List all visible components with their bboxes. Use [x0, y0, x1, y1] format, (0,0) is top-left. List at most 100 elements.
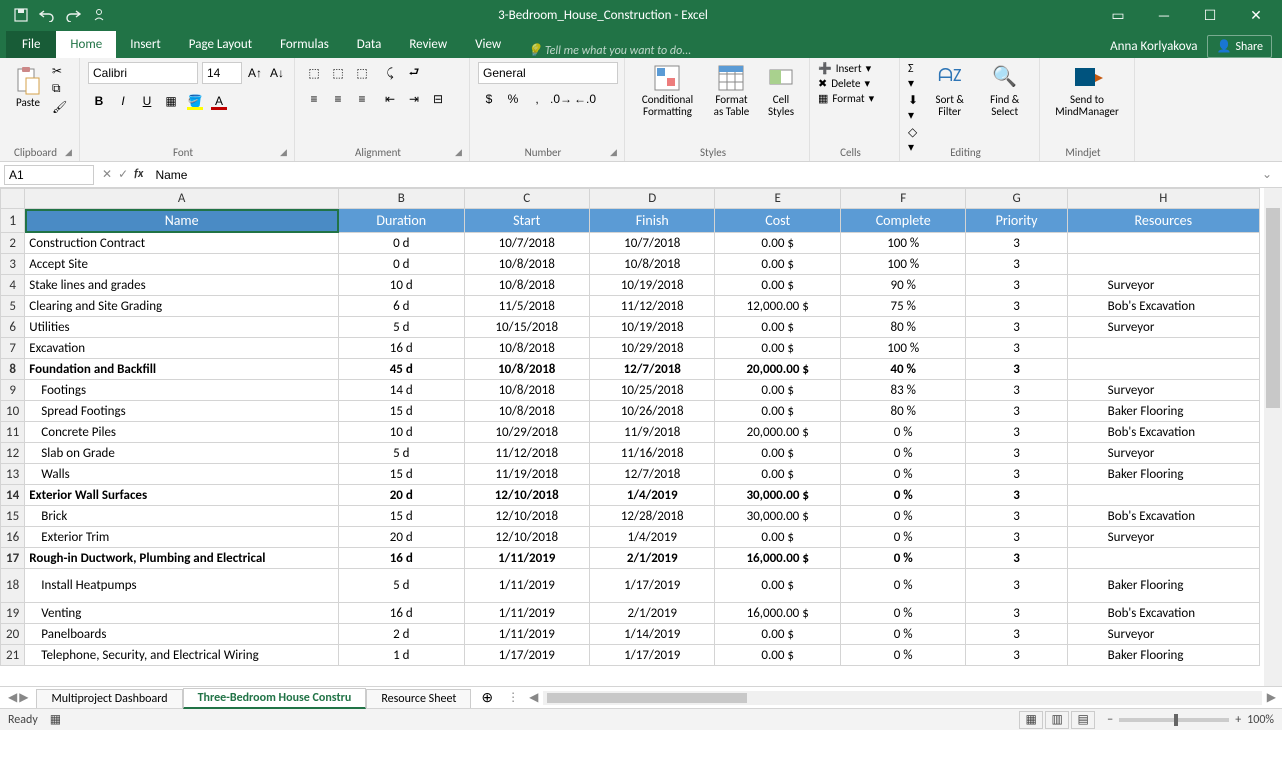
- cell-priority[interactable]: 3: [966, 443, 1067, 464]
- cell-name[interactable]: Rough-in Ductwork, Plumbing and Electric…: [25, 548, 339, 569]
- cell-resources[interactable]: Bob's Excavation: [1067, 506, 1259, 527]
- font-color-button[interactable]: A: [208, 90, 230, 112]
- cell-complete[interactable]: 0 %: [840, 443, 965, 464]
- cell-start[interactable]: 10/7/2018: [464, 233, 589, 254]
- cell-finish[interactable]: 1/4/2019: [589, 527, 714, 548]
- cell-finish[interactable]: 10/7/2018: [589, 233, 714, 254]
- cell-priority[interactable]: 3: [966, 603, 1067, 624]
- page-break-view-icon[interactable]: ▤: [1071, 711, 1095, 729]
- cell-name[interactable]: Venting: [25, 603, 339, 624]
- sheet-tab-0[interactable]: Multiproject Dashboard: [36, 689, 182, 708]
- cell-priority[interactable]: 3: [966, 485, 1067, 506]
- cell-complete[interactable]: 90 %: [840, 275, 965, 296]
- cell-name[interactable]: Install Heatpumps: [25, 569, 339, 603]
- cell-resources[interactable]: Surveyor: [1067, 527, 1259, 548]
- cell-start[interactable]: 10/8/2018: [464, 254, 589, 275]
- font-dialog-launcher[interactable]: ◢: [280, 147, 292, 159]
- italic-button[interactable]: I: [112, 90, 134, 112]
- cell-start[interactable]: 1/11/2019: [464, 569, 589, 603]
- cell-duration[interactable]: 10 d: [339, 275, 464, 296]
- cell-resources[interactable]: Bob's Excavation: [1067, 422, 1259, 443]
- tab-data[interactable]: Data: [343, 31, 396, 58]
- cell-cost[interactable]: 0.00 $: [715, 645, 840, 666]
- cell-priority[interactable]: 3: [966, 527, 1067, 548]
- page-layout-view-icon[interactable]: ▥: [1045, 711, 1069, 729]
- cell-start[interactable]: 1/11/2019: [464, 548, 589, 569]
- font-name-select[interactable]: [88, 62, 198, 84]
- cell-duration[interactable]: 5 d: [339, 569, 464, 603]
- cell-resources[interactable]: [1067, 338, 1259, 359]
- cell-cost[interactable]: 12,000.00 $: [715, 296, 840, 317]
- horizontal-scrollbar[interactable]: ◀▶: [543, 691, 1262, 705]
- formula-input[interactable]: [151, 165, 1256, 185]
- clipboard-dialog-launcher[interactable]: ◢: [65, 147, 77, 159]
- header-duration[interactable]: Duration: [339, 209, 464, 233]
- row-header[interactable]: 3: [1, 254, 25, 275]
- find-select-button[interactable]: 🔍Find & Select: [978, 62, 1031, 120]
- row-header[interactable]: 13: [1, 464, 25, 485]
- cell-cost[interactable]: 0.00 $: [715, 275, 840, 296]
- cell-start[interactable]: 10/8/2018: [464, 359, 589, 380]
- align-center-icon[interactable]: ≡: [327, 88, 349, 110]
- cell-duration[interactable]: 16 d: [339, 548, 464, 569]
- cell-complete[interactable]: 75 %: [840, 296, 965, 317]
- cell-priority[interactable]: 3: [966, 464, 1067, 485]
- cell-start[interactable]: 12/10/2018: [464, 527, 589, 548]
- cell-duration[interactable]: 20 d: [339, 485, 464, 506]
- cell-start[interactable]: 11/5/2018: [464, 296, 589, 317]
- cell-name[interactable]: Clearing and Site Grading: [25, 296, 339, 317]
- cell-styles-button[interactable]: Cell Styles: [761, 62, 801, 120]
- cell-finish[interactable]: 1/17/2019: [589, 645, 714, 666]
- cell-start[interactable]: 10/8/2018: [464, 275, 589, 296]
- cell-finish[interactable]: 11/9/2018: [589, 422, 714, 443]
- cell-duration[interactable]: 14 d: [339, 380, 464, 401]
- cell-finish[interactable]: 12/7/2018: [589, 464, 714, 485]
- number-dialog-launcher[interactable]: ◢: [610, 147, 622, 159]
- cell-duration[interactable]: 2 d: [339, 624, 464, 645]
- cell-complete[interactable]: 0 %: [840, 569, 965, 603]
- cell-start[interactable]: 10/8/2018: [464, 380, 589, 401]
- cell-finish[interactable]: 2/1/2019: [589, 548, 714, 569]
- cell-priority[interactable]: 3: [966, 317, 1067, 338]
- paste-button[interactable]: Paste: [8, 62, 48, 112]
- col-header-A[interactable]: A: [25, 189, 339, 209]
- cell-finish[interactable]: 10/19/2018: [589, 317, 714, 338]
- sheet-tab-1[interactable]: Three-Bedroom House Constru: [183, 688, 367, 709]
- cell-resources[interactable]: [1067, 548, 1259, 569]
- cell-duration[interactable]: 0 d: [339, 233, 464, 254]
- cell-start[interactable]: 1/17/2019: [464, 645, 589, 666]
- cell-resources[interactable]: [1067, 254, 1259, 275]
- zoom-in-icon[interactable]: +: [1235, 713, 1241, 727]
- cell-complete[interactable]: 0 %: [840, 464, 965, 485]
- cell-finish[interactable]: 1/17/2019: [589, 569, 714, 603]
- tab-page-layout[interactable]: Page Layout: [175, 31, 266, 58]
- currency-icon[interactable]: $: [478, 88, 500, 110]
- fill-color-button[interactable]: 🪣: [184, 90, 206, 112]
- row-header[interactable]: 9: [1, 380, 25, 401]
- close-icon[interactable]: ✕: [1236, 1, 1276, 29]
- cell-duration[interactable]: 1 d: [339, 645, 464, 666]
- cell-resources[interactable]: Surveyor: [1067, 380, 1259, 401]
- cell-name[interactable]: Exterior Trim: [25, 527, 339, 548]
- cell-resources[interactable]: Surveyor: [1067, 275, 1259, 296]
- fx-icon[interactable]: fx: [134, 167, 143, 182]
- cell-complete[interactable]: 40 %: [840, 359, 965, 380]
- row-header[interactable]: 20: [1, 624, 25, 645]
- cell-duration[interactable]: 20 d: [339, 527, 464, 548]
- sort-filter-button[interactable]: ᗩZSort & Filter: [925, 62, 974, 120]
- tab-home[interactable]: Home: [56, 31, 116, 58]
- cell-cost[interactable]: 0.00 $: [715, 380, 840, 401]
- delete-cells-button[interactable]: ✖Delete ▾: [818, 77, 891, 90]
- align-right-icon[interactable]: ≡: [351, 88, 373, 110]
- insert-cells-button[interactable]: ➕Insert ▾: [818, 62, 891, 75]
- cell-complete[interactable]: 100 %: [840, 338, 965, 359]
- cell-finish[interactable]: 11/12/2018: [589, 296, 714, 317]
- send-to-mindmanager-button[interactable]: Send to MindManager: [1048, 62, 1126, 120]
- cell-priority[interactable]: 3: [966, 569, 1067, 603]
- format-painter-icon[interactable]: 🖌: [52, 100, 70, 114]
- cell-cost[interactable]: 0.00 $: [715, 624, 840, 645]
- cell-resources[interactable]: Baker Flooring: [1067, 569, 1259, 603]
- cell-start[interactable]: 11/12/2018: [464, 443, 589, 464]
- cell-complete[interactable]: 0 %: [840, 527, 965, 548]
- cell-cost[interactable]: 16,000.00 $: [715, 548, 840, 569]
